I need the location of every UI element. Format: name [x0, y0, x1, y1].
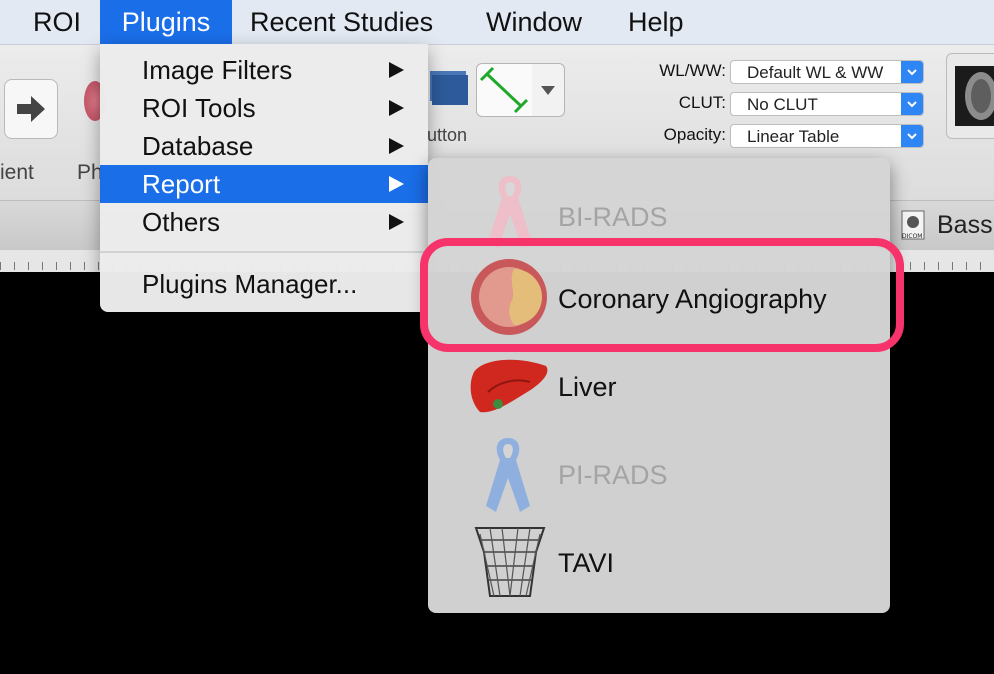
- menu-item-database[interactable]: Database: [100, 127, 428, 165]
- triangle-down-icon: [541, 86, 555, 95]
- report-submenu: BI-RADS Coronary Angiography Liver PI-RA…: [428, 158, 890, 613]
- layers-icon[interactable]: [426, 65, 470, 111]
- brain-scan-icon: [955, 66, 994, 126]
- submenu-arrow-icon: [389, 214, 404, 230]
- measure-tool-button[interactable]: [476, 63, 534, 117]
- tab-bass[interactable]: Bass: [937, 211, 993, 240]
- menu-help[interactable]: Help: [628, 0, 684, 44]
- arrow-right-icon: [17, 96, 45, 122]
- dicom-file-icon: DICOM: [901, 210, 925, 240]
- tavi-valve-icon: [474, 527, 546, 597]
- tool-dropdown[interactable]: [532, 63, 565, 117]
- popup-chevron-icon: [901, 125, 923, 147]
- menu-item-others[interactable]: Others: [100, 203, 428, 241]
- blue-ribbon-icon: [486, 438, 530, 512]
- series-thumbnail[interactable]: [946, 53, 994, 139]
- opacity-value: Linear Table: [747, 127, 840, 146]
- opacity-label: Opacity:: [663, 125, 726, 144]
- submenu-item-label: Liver: [558, 372, 617, 402]
- toolbar-label-ph: Ph: [77, 161, 103, 184]
- wlww-value: Default WL & WW: [747, 63, 884, 82]
- plugins-menu: Image Filters ROI Tools Database Report …: [100, 44, 428, 312]
- popup-chevron-icon: [901, 93, 923, 115]
- ruler-tool-icon: [479, 66, 529, 114]
- submenu-item-label: BI-RADS: [558, 202, 668, 232]
- highlight-annotation: [420, 238, 904, 352]
- submenu-arrow-icon: [389, 138, 404, 154]
- dicom-badge: DICOM: [902, 233, 922, 240]
- menu-item-report[interactable]: Report: [100, 165, 428, 203]
- menu-plugins[interactable]: Plugins: [100, 0, 232, 44]
- submenu-item-tavi[interactable]: TAVI: [428, 518, 890, 604]
- opacity-popup[interactable]: Linear Table: [730, 124, 924, 148]
- submenu-arrow-icon: [389, 100, 404, 116]
- menu-item-label: Others: [142, 207, 221, 237]
- menu-item-label: ROI Tools: [142, 93, 256, 123]
- menu-item-label: Image Filters: [142, 55, 293, 85]
- submenu-arrow-icon: [389, 176, 404, 192]
- submenu-arrow-icon: [389, 62, 404, 78]
- menu-item-label: Plugins Manager...: [142, 269, 358, 299]
- menu-item-plugins-manager[interactable]: Plugins Manager...: [100, 265, 428, 303]
- forward-button[interactable]: [4, 79, 58, 139]
- submenu-item-label: PI-RADS: [558, 460, 668, 490]
- menu-item-image-filters[interactable]: Image Filters: [100, 51, 428, 89]
- submenu-item-pi-rads[interactable]: PI-RADS: [428, 430, 890, 516]
- clut-popup[interactable]: No CLUT: [730, 92, 924, 116]
- menu-window[interactable]: Window: [486, 0, 582, 44]
- toolbar-label-patient: ient: [0, 161, 34, 184]
- menu-item-label: Database: [142, 131, 254, 161]
- menu-roi[interactable]: ROI: [14, 0, 100, 44]
- liver-icon: [470, 359, 548, 413]
- submenu-item-liver[interactable]: Liver: [428, 342, 890, 428]
- menu-item-label: Report: [142, 169, 221, 199]
- clut-label: CLUT:: [678, 93, 726, 112]
- popup-chevron-icon: [901, 61, 923, 83]
- menu-item-roi-tools[interactable]: ROI Tools: [100, 89, 428, 127]
- menu-separator: [100, 251, 428, 253]
- wlww-popup[interactable]: Default WL & WW: [730, 60, 924, 84]
- wlww-label: WL/WW:: [659, 61, 726, 80]
- menu-bar: ROI Plugins Recent Studies Window Help: [0, 0, 994, 45]
- clut-value: No CLUT: [747, 95, 818, 114]
- submenu-item-label: TAVI: [558, 548, 615, 578]
- menu-recent-studies[interactable]: Recent Studies: [250, 0, 433, 44]
- toolbar-button-label: utton: [427, 125, 468, 145]
